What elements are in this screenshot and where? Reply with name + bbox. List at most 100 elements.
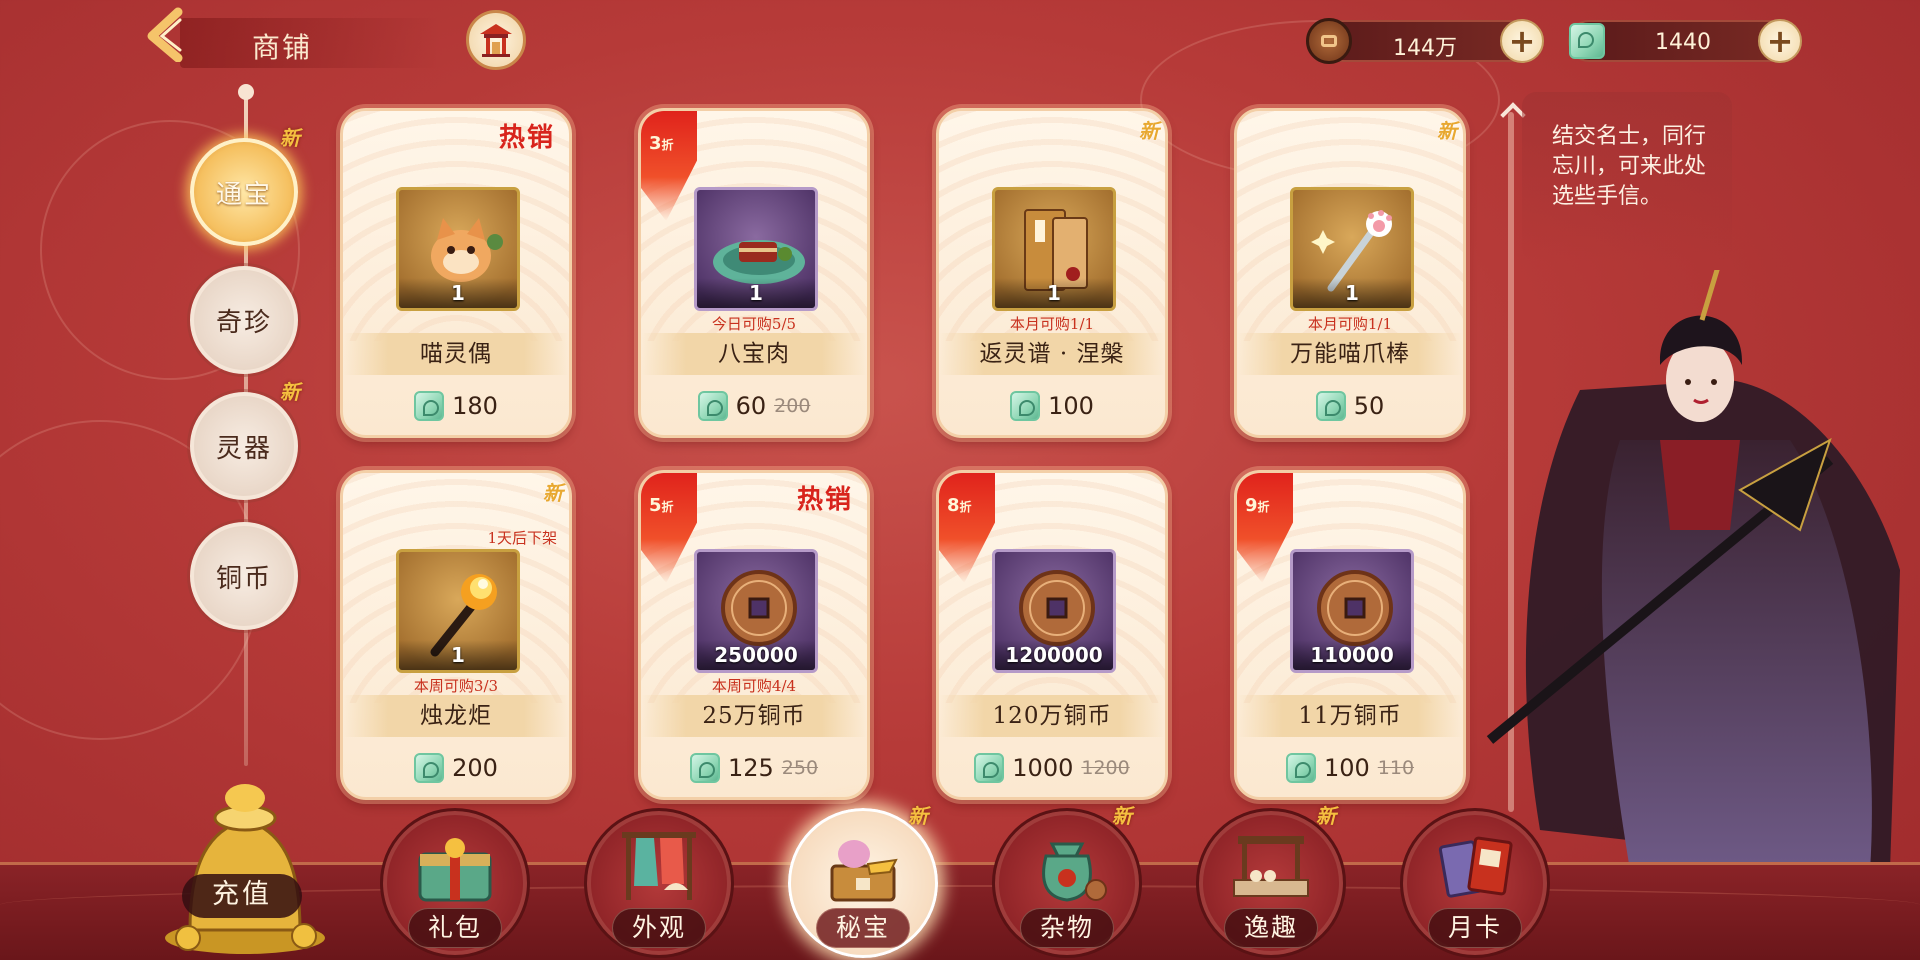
discount-value: 3	[649, 133, 662, 154]
item-frame: 1	[396, 187, 520, 311]
npc-dialogue: 结交名士，同行忘川，可来此处选些手信。	[1522, 92, 1732, 262]
shopkeeper-character	[1486, 270, 1900, 870]
item-name: 11万铜币	[1237, 695, 1463, 737]
price: 100	[1323, 754, 1370, 782]
jade-icon	[1010, 391, 1041, 421]
tab-leisure[interactable]: 新 逸趣	[1196, 804, 1346, 958]
new-badge: 新	[543, 481, 563, 505]
product-card[interactable]: 新 1 本月可购1/1 返灵谱 · 涅槃 100	[936, 108, 1168, 438]
product-card[interactable]: 8折 1200000 120万铜币 1000 1200	[936, 470, 1168, 800]
jade-icon	[414, 753, 445, 783]
jade-icon	[974, 753, 1005, 783]
new-badge: 新	[1112, 804, 1132, 828]
item-name: 八宝肉	[641, 333, 867, 375]
back-button[interactable]	[140, 6, 188, 63]
recharge-label: 充值	[182, 874, 302, 918]
category-label: 铜币	[215, 563, 272, 594]
product-card[interactable]: 新 1天后下架 1 本周可购3/3 烛龙炬 200	[340, 470, 572, 800]
npc-dialogue-text: 结交名士，同行忘川，可来此处选些手信。	[1552, 124, 1707, 209]
copper-coin-counter: 144万 +	[1306, 18, 1544, 64]
price-row: 50	[1237, 383, 1463, 429]
item-name: 25万铜币	[641, 695, 867, 737]
discount-unit: 折	[1257, 500, 1270, 514]
purchase-limit: 本周可购3/3	[413, 677, 499, 695]
recharge-button[interactable]: 充值	[150, 760, 340, 960]
item-frame: 1200000	[992, 549, 1116, 673]
item-name: 返灵谱 · 涅槃	[939, 333, 1165, 375]
purchase-limit: 今日可购5/5	[711, 315, 797, 333]
item-quantity: 1	[399, 278, 517, 308]
item-frame: 1	[1290, 187, 1414, 311]
title-plate: 商铺	[180, 18, 440, 68]
back-arrow-icon	[147, 7, 183, 63]
item-quantity: 250000	[697, 640, 815, 670]
price-row: 60 200	[641, 383, 867, 429]
purchase-limit: 本周可购4/4	[711, 677, 797, 695]
category-label: 灵器	[215, 433, 272, 464]
tab-monthly-card[interactable]: 月卡	[1400, 808, 1550, 958]
tab-label: 礼包	[408, 908, 502, 948]
expire-notice: 1天后下架	[487, 529, 557, 547]
product-card[interactable]: 新 1 本月可购1/1 万能喵爪棒 50	[1234, 108, 1466, 438]
tab-gift-pack[interactable]: 礼包	[380, 808, 530, 958]
original-price: 200	[774, 395, 811, 417]
price: 50	[1353, 392, 1385, 420]
discount-unit: 折	[661, 138, 674, 152]
add-jade-button[interactable]: +	[1758, 19, 1802, 63]
tab-label: 杂物	[1020, 908, 1114, 948]
discount-value: 8	[947, 495, 960, 516]
top-bar: 商铺 144万 + 1440 +	[0, 0, 1920, 84]
price-row: 1000 1200	[939, 745, 1165, 791]
item-quantity: 1	[995, 278, 1113, 308]
tab-appearance[interactable]: 外观	[584, 808, 734, 958]
item-name: 万能喵爪棒	[1237, 333, 1463, 375]
hot-sale-badge: 热销	[498, 123, 555, 153]
category-lingqi[interactable]: 灵器	[190, 392, 298, 500]
item-name: 烛龙炬	[343, 695, 569, 737]
product-card[interactable]: 3折 1 今日可购5/5 八宝肉 60 200	[638, 108, 870, 438]
tab-label: 月卡	[1428, 908, 1522, 948]
jade-icon	[1285, 753, 1316, 783]
jade-value: 1440	[1655, 30, 1711, 55]
jade-icon	[697, 391, 728, 421]
gift-box-icon	[418, 838, 492, 902]
price: 100	[1048, 392, 1094, 420]
price-row: 180	[343, 383, 569, 429]
item-quantity: 1	[399, 640, 517, 670]
original-price: 110	[1377, 757, 1415, 779]
item-frame: 250000	[694, 549, 818, 673]
monthly-card-icon	[1438, 836, 1513, 898]
tab-label: 秘宝	[816, 908, 910, 948]
category-tongbao[interactable]: 通宝	[190, 138, 298, 246]
tab-misc[interactable]: 新 杂物	[992, 804, 1142, 958]
product-card[interactable]: 5折 热销 250000 本周可购4/4 25万铜币 125 250	[638, 470, 870, 800]
price-row: 100	[939, 383, 1165, 429]
category-label: 通宝	[215, 179, 272, 210]
category-label: 奇珍	[215, 307, 272, 338]
price: 60	[735, 392, 767, 420]
price-row: 100 110	[1237, 745, 1463, 791]
item-frame: 1	[992, 187, 1116, 311]
new-badge: 新	[280, 126, 300, 150]
rail-knob	[238, 84, 254, 100]
new-badge: 新	[908, 804, 928, 828]
item-quantity: 110000	[1293, 640, 1411, 670]
original-price: 250	[781, 757, 819, 779]
price: 125	[727, 754, 774, 782]
category-tongbi[interactable]: 铜币	[190, 522, 298, 630]
tab-treasure[interactable]: 新 秘宝	[788, 804, 938, 958]
product-card[interactable]: 9折 110000 11万铜币 100 110	[1234, 470, 1466, 800]
jade-icon	[689, 753, 720, 783]
discount-value: 5	[649, 495, 662, 516]
discount-unit: 折	[959, 500, 972, 514]
gold-coin-pile-icon	[165, 784, 325, 954]
item-frame: 1	[396, 549, 520, 673]
price: 1000	[1012, 754, 1074, 782]
item-frame: 1	[694, 187, 818, 311]
purchase-limit: 本月可购1/1	[1307, 315, 1393, 333]
product-card[interactable]: 热销 1 喵灵偶 180	[340, 108, 572, 438]
add-copper-button[interactable]: +	[1500, 19, 1544, 63]
jade-icon	[1315, 391, 1346, 421]
category-qizhen[interactable]: 奇珍	[190, 266, 298, 374]
treasure-chest-icon	[830, 840, 898, 902]
